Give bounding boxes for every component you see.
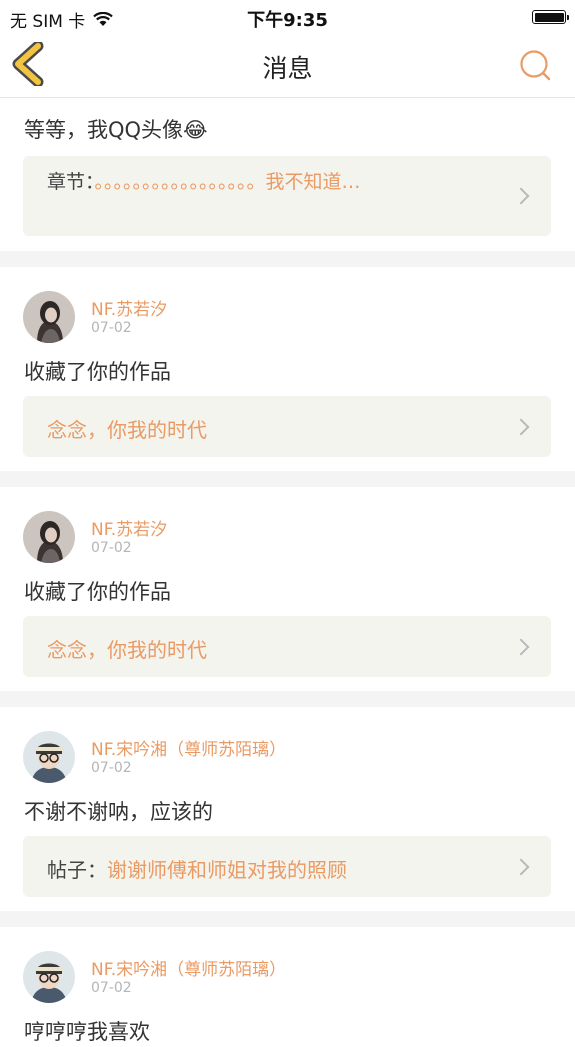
chevron-right-icon	[512, 858, 530, 875]
separator	[0, 911, 575, 927]
status-time: 下午9:35	[247, 10, 328, 31]
user-row: NF.宋吟湘（尊师苏陌璃） 07-02	[0, 731, 575, 795]
work-link[interactable]: 念念，你我的时代	[23, 396, 551, 457]
ref-prefix: 章节：	[47, 171, 95, 193]
chevron-right-icon	[512, 638, 530, 655]
separator	[0, 251, 575, 267]
avatar[interactable]	[23, 511, 75, 563]
work-link[interactable]: 念念，你我的时代	[23, 616, 551, 677]
user-row: NF.苏若汐 07-02	[0, 291, 575, 355]
user-row: NF.苏若汐 07-02	[0, 511, 575, 575]
ref-title: 。。。。。。。。。。。。。。。。。我不知道…	[94, 171, 361, 193]
nav-bar: 消息	[0, 34, 575, 98]
message-card: NF.苏若汐 07-02 收藏了你的作品 念念，你我的时代	[0, 267, 575, 471]
message-date: 07-02	[91, 980, 132, 996]
message-card: NF.宋吟湘（尊师苏陌璃） 07-02 哼哼哼我喜欢	[0, 927, 575, 1047]
message-date: 07-02	[91, 540, 132, 556]
username[interactable]: NF.苏若汐	[91, 295, 167, 320]
username[interactable]: NF.宋吟湘（尊师苏陌璃）	[91, 955, 286, 980]
message-text: 收藏了你的作品	[24, 580, 171, 604]
ref-prefix: 帖子：	[47, 858, 107, 882]
post-link[interactable]: 帖子：谢谢师傅和师姐对我的照顾	[23, 836, 551, 897]
ref-title: 谢谢师傅和师姐对我的照顾	[107, 858, 347, 882]
avatar[interactable]	[23, 731, 75, 783]
message-text: 等等，我QQ头像😂	[24, 118, 208, 142]
message-text: 不谢不谢呐，应该的	[24, 800, 213, 824]
username[interactable]: NF.苏若汐	[91, 515, 167, 540]
chevron-right-icon	[512, 187, 530, 205]
user-row: NF.宋吟湘（尊师苏陌璃） 07-02	[0, 951, 575, 1015]
message-card: NF.苏若汐 07-02 收藏了你的作品 念念，你我的时代	[0, 487, 575, 691]
chevron-right-icon	[512, 418, 530, 435]
search-button[interactable]	[517, 46, 555, 84]
ref-title: 念念，你我的时代	[47, 418, 207, 442]
message-text: 收藏了你的作品	[24, 360, 171, 384]
message-date: 07-02	[91, 320, 132, 336]
message-feed[interactable]: 等等，我QQ头像😂 章节：。。。。。。。。。。。。。。。。。我不知道… NF.苏…	[0, 98, 575, 1047]
separator	[0, 471, 575, 487]
ref-title: 念念，你我的时代	[47, 638, 207, 662]
search-icon	[520, 50, 551, 81]
status-bar: 无 SIM 卡 下午9:35	[0, 0, 575, 34]
chapter-link[interactable]: 章节：。。。。。。。。。。。。。。。。。我不知道…	[23, 156, 551, 236]
message-date: 07-02	[91, 760, 132, 776]
page-title: 消息	[262, 54, 313, 83]
avatar[interactable]	[23, 291, 75, 343]
avatar[interactable]	[23, 951, 75, 1003]
separator	[0, 691, 575, 707]
username[interactable]: NF.宋吟湘（尊师苏陌璃）	[91, 735, 286, 760]
battery-icon	[532, 10, 569, 24]
message-card: NF.宋吟湘（尊师苏陌璃） 07-02 不谢不谢呐，应该的 帖子：谢谢师傅和师姐…	[0, 707, 575, 911]
message-text: 哼哼哼我喜欢	[24, 1020, 150, 1044]
message-card: 等等，我QQ头像😂 章节：。。。。。。。。。。。。。。。。。我不知道…	[0, 98, 575, 251]
